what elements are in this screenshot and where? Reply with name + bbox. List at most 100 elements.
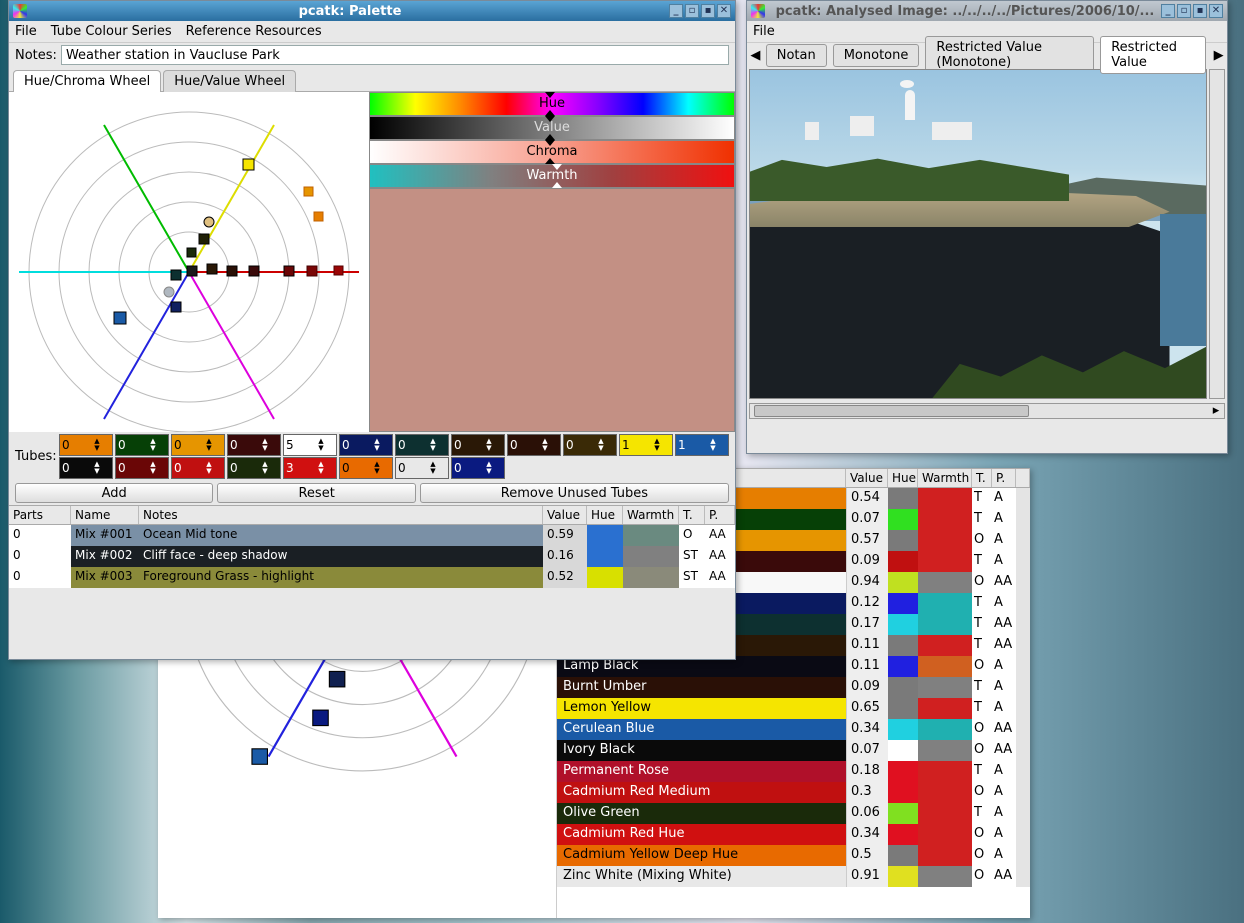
- tube-value-input[interactable]: [508, 438, 538, 452]
- analysed-image[interactable]: [749, 69, 1207, 399]
- spinner-arrows-icon[interactable]: ▲▼: [370, 438, 384, 452]
- tube-value-input[interactable]: [620, 438, 650, 452]
- value-slider[interactable]: Value: [369, 116, 735, 140]
- spinner-arrows-icon[interactable]: ▲▼: [650, 438, 664, 452]
- menu-reference[interactable]: Reference Resources: [186, 24, 322, 39]
- image-vscrollbar[interactable]: [1209, 69, 1225, 399]
- tube-value-input[interactable]: [172, 438, 202, 452]
- tube-spinner[interactable]: ▲▼: [283, 434, 337, 456]
- maximize-icon[interactable]: ▪: [701, 4, 715, 18]
- tube-spinner[interactable]: ▲▼: [171, 457, 225, 479]
- spinner-arrows-icon[interactable]: ▲▼: [482, 461, 496, 475]
- tube-value-input[interactable]: [60, 461, 90, 475]
- spinner-arrows-icon[interactable]: ▲▼: [370, 461, 384, 475]
- tube-value-input[interactable]: [676, 438, 706, 452]
- image-titlebar[interactable]: pcatk: Analysed Image: ../../../../Pictu…: [747, 1, 1227, 21]
- spinner-arrows-icon[interactable]: ▲▼: [314, 461, 328, 475]
- spinner-arrows-icon[interactable]: ▲▼: [90, 461, 104, 475]
- spinner-arrows-icon[interactable]: ▲▼: [706, 438, 720, 452]
- colour-row[interactable]: Ivory Black0.07OAA: [557, 740, 1030, 761]
- colour-row[interactable]: Cadmium Yellow Deep Hue0.5OA: [557, 845, 1030, 866]
- tabs-scroll-right[interactable]: ▶: [1212, 48, 1225, 63]
- tube-spinner[interactable]: ▲▼: [59, 434, 113, 456]
- tube-spinner[interactable]: ▲▼: [675, 434, 729, 456]
- colour-row[interactable]: Cadmium Red Medium0.3OA: [557, 782, 1030, 803]
- menu-file[interactable]: File: [15, 24, 37, 39]
- tab-notan[interactable]: Notan: [766, 44, 827, 67]
- colour-row[interactable]: Burnt Umber0.09TA: [557, 677, 1030, 698]
- chroma-slider[interactable]: Chroma: [369, 140, 735, 164]
- tab-restricted-value[interactable]: Restricted Value: [1100, 36, 1206, 74]
- notes-input[interactable]: [61, 45, 729, 65]
- mix-row[interactable]: 0Mix #003Foreground Grass - highlight0.5…: [9, 567, 735, 588]
- tab-hue-value[interactable]: Hue/Value Wheel: [163, 70, 296, 92]
- colour-row[interactable]: Olive Green0.06TA: [557, 803, 1030, 824]
- warmth-slider[interactable]: Warmth: [369, 164, 735, 188]
- spinner-arrows-icon[interactable]: ▲▼: [202, 438, 216, 452]
- restore-icon[interactable]: ▫: [1177, 4, 1191, 18]
- menu-file[interactable]: File: [753, 24, 775, 39]
- tube-value-input[interactable]: [396, 461, 426, 475]
- tube-spinner[interactable]: ▲▼: [227, 457, 281, 479]
- colour-row[interactable]: Zinc White (Mixing White)0.91OAA: [557, 866, 1030, 887]
- spinner-arrows-icon[interactable]: ▲▼: [538, 438, 552, 452]
- menu-tube-series[interactable]: Tube Colour Series: [51, 24, 172, 39]
- spinner-arrows-icon[interactable]: ▲▼: [482, 438, 496, 452]
- tube-spinner[interactable]: ▲▼: [395, 434, 449, 456]
- spinner-arrows-icon[interactable]: ▲▼: [426, 461, 440, 475]
- spinner-arrows-icon[interactable]: ▲▼: [90, 438, 104, 452]
- image-hscrollbar[interactable]: ◂ ▸: [749, 403, 1225, 419]
- tube-spinner[interactable]: ▲▼: [563, 434, 617, 456]
- tab-monotone[interactable]: Monotone: [833, 44, 920, 67]
- spinner-arrows-icon[interactable]: ▲▼: [258, 461, 272, 475]
- tube-value-input[interactable]: [452, 461, 482, 475]
- colour-row[interactable]: Lemon Yellow0.65TA: [557, 698, 1030, 719]
- tube-spinner[interactable]: ▲▼: [451, 434, 505, 456]
- tube-value-input[interactable]: [228, 461, 258, 475]
- tube-value-input[interactable]: [452, 438, 482, 452]
- colour-row[interactable]: Cadmium Red Hue0.34OA: [557, 824, 1030, 845]
- tabs-scroll-left[interactable]: ◀: [749, 48, 762, 63]
- tube-value-input[interactable]: [172, 461, 202, 475]
- mix-row[interactable]: 0Mix #002Cliff face - deep shadow0.16STA…: [9, 546, 735, 567]
- tube-value-input[interactable]: [60, 438, 90, 452]
- close-icon[interactable]: ✕: [717, 4, 731, 18]
- colour-row[interactable]: Cerulean Blue0.34OAA: [557, 719, 1030, 740]
- tube-spinner[interactable]: ▲▼: [451, 457, 505, 479]
- tube-value-input[interactable]: [340, 438, 370, 452]
- tube-spinner[interactable]: ▲▼: [227, 434, 281, 456]
- tube-value-input[interactable]: [284, 438, 314, 452]
- tube-value-input[interactable]: [396, 438, 426, 452]
- tube-value-input[interactable]: [340, 461, 370, 475]
- spinner-arrows-icon[interactable]: ▲▼: [594, 438, 608, 452]
- tab-hue-chroma[interactable]: Hue/Chroma Wheel: [13, 70, 161, 92]
- add-button[interactable]: Add: [15, 483, 213, 503]
- spinner-arrows-icon[interactable]: ▲▼: [258, 438, 272, 452]
- mix-row[interactable]: 0Mix #001Ocean Mid tone0.59OAA: [9, 525, 735, 546]
- tube-spinner[interactable]: ▲▼: [507, 434, 561, 456]
- tube-spinner[interactable]: ▲▼: [115, 457, 169, 479]
- remove-unused-button[interactable]: Remove Unused Tubes: [420, 483, 729, 503]
- tube-value-input[interactable]: [284, 461, 314, 475]
- tube-spinner[interactable]: ▲▼: [395, 457, 449, 479]
- maximize-icon[interactable]: ▪: [1193, 4, 1207, 18]
- tube-spinner[interactable]: ▲▼: [339, 457, 393, 479]
- tube-spinner[interactable]: ▲▼: [283, 457, 337, 479]
- tube-spinner[interactable]: ▲▼: [59, 457, 113, 479]
- spinner-arrows-icon[interactable]: ▲▼: [146, 438, 160, 452]
- tube-spinner[interactable]: ▲▼: [339, 434, 393, 456]
- tube-spinner[interactable]: ▲▼: [115, 434, 169, 456]
- minimize-icon[interactable]: _: [669, 4, 683, 18]
- tube-value-input[interactable]: [116, 461, 146, 475]
- tube-spinner[interactable]: ▲▼: [171, 434, 225, 456]
- spinner-arrows-icon[interactable]: ▲▼: [314, 438, 328, 452]
- tube-value-input[interactable]: [116, 438, 146, 452]
- tube-value-input[interactable]: [564, 438, 594, 452]
- spinner-arrows-icon[interactable]: ▲▼: [202, 461, 216, 475]
- spinner-arrows-icon[interactable]: ▲▼: [146, 461, 160, 475]
- hue-slider[interactable]: Hue: [369, 92, 735, 116]
- colour-row[interactable]: Permanent Rose0.18TA: [557, 761, 1030, 782]
- palette-titlebar[interactable]: pcatk: Palette _ ▫ ▪ ✕: [9, 1, 735, 21]
- spinner-arrows-icon[interactable]: ▲▼: [426, 438, 440, 452]
- reset-button[interactable]: Reset: [217, 483, 415, 503]
